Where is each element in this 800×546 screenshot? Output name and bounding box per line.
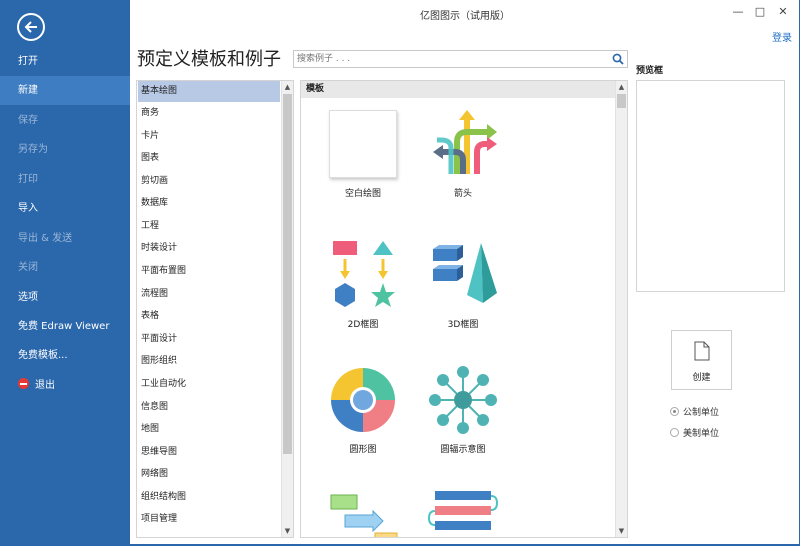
menu-open[interactable]: 打开 [0, 47, 130, 76]
sidebar: 打开 新建 保存 另存为 打印 导入 导出 & 发送 关闭 选项 免费 Edra… [0, 0, 130, 546]
title-bar: 亿图图示（试用版） — □ ✕ [130, 0, 800, 26]
radio-dot [670, 428, 679, 437]
scroll-up-icon[interactable]: ▲ [616, 81, 627, 93]
preview-box [636, 80, 785, 292]
scroll-down-icon[interactable]: ▼ [282, 525, 293, 537]
menu-options[interactable]: 选项 [0, 283, 130, 312]
menu-save-as[interactable]: 另存为 [0, 135, 130, 164]
2d-block-icon [327, 239, 399, 311]
search-box [293, 50, 628, 68]
menu-print[interactable]: 打印 [0, 165, 130, 194]
category-item[interactable]: 工程 [138, 216, 280, 237]
exit-icon [18, 378, 29, 389]
category-item[interactable]: 地图 [138, 419, 280, 440]
template-label: 3D框图 [447, 320, 479, 330]
metric-units-label: 公制单位 [683, 408, 720, 418]
window-title: 亿图图示（试用版） [420, 11, 510, 22]
category-item[interactable]: 项目管理 [138, 509, 280, 530]
us-units-radio[interactable]: 美制单位 [670, 426, 719, 439]
template-label: 2D框图 [347, 320, 379, 330]
category-item[interactable]: 工业自动化 [138, 374, 280, 395]
category-list: 基本绘图 商务 卡片 图表 剪切画 数据库 工程 时装设计 平面布置图 流程图 … [136, 80, 294, 538]
template-tile-partial-flow[interactable] [318, 493, 408, 537]
menu-edraw-viewer[interactable]: 免费 Edraw Viewer [0, 312, 130, 341]
category-item[interactable]: 流程图 [138, 284, 280, 305]
category-item[interactable]: 卡片 [138, 126, 280, 147]
template-tile-arrows[interactable]: 箭头 [418, 108, 508, 199]
search-icon[interactable] [612, 53, 624, 65]
template-tile-2d[interactable]: 2D框图 [318, 239, 408, 330]
category-scrollbar[interactable]: ▲ ▼ [281, 81, 293, 537]
category-item[interactable]: 信息图 [138, 397, 280, 418]
category-item[interactable]: 数据库 [138, 193, 280, 214]
document-icon [694, 341, 710, 361]
scroll-down-icon[interactable]: ▼ [616, 525, 627, 537]
template-tile-radial[interactable]: 圆辐示意图 [418, 364, 508, 455]
back-arrow-icon[interactable] [17, 13, 45, 41]
menu-close[interactable]: 关闭 [0, 253, 130, 282]
scroll-thumb[interactable] [283, 94, 292, 454]
category-item[interactable]: 网络图 [138, 464, 280, 485]
template-label: 圆辐示意图 [440, 445, 486, 455]
category-item[interactable]: 表格 [138, 306, 280, 327]
us-units-label: 美制单位 [683, 429, 720, 439]
templates-panel: 模板 空白绘图 箭头 2D框图 3D框图 圆形图 圆辐示意图 ▲ ▼ [300, 80, 628, 538]
scroll-up-icon[interactable]: ▲ [282, 81, 293, 93]
category-item[interactable]: 平面设计 [138, 329, 280, 350]
category-item[interactable]: 时装设计 [138, 238, 280, 259]
menu-import[interactable]: 导入 [0, 194, 130, 223]
templates-header: 模板 [301, 81, 617, 98]
category-item[interactable]: 图形组织 [138, 351, 280, 372]
template-label: 空白绘图 [344, 189, 381, 199]
menu-new[interactable]: 新建 [0, 76, 130, 105]
login-link[interactable]: 登录 [772, 29, 792, 44]
template-label: 圆形图 [349, 445, 377, 455]
radio-dot [670, 407, 679, 416]
category-item[interactable]: 基本绘图 [138, 81, 280, 102]
category-item[interactable]: 思维导图 [138, 442, 280, 463]
menu-exit-label: 退出 [35, 380, 55, 391]
create-button-label: 创建 [692, 373, 711, 383]
template-tile-partial-list[interactable] [418, 489, 508, 537]
menu-free-templates[interactable]: 免费模板... [0, 341, 130, 370]
template-tile-circle[interactable]: 圆形图 [318, 364, 408, 455]
category-item[interactable]: 图表 [138, 148, 280, 169]
template-tile-3d[interactable]: 3D框图 [418, 239, 508, 330]
flow-diagram-icon [327, 493, 399, 537]
maximize-icon[interactable]: □ [750, 4, 770, 20]
menu-export-send[interactable]: 导出 & 发送 [0, 224, 130, 253]
metric-units-radio[interactable]: 公制单位 [670, 405, 719, 418]
category-item[interactable]: 剪切画 [138, 171, 280, 192]
preview-label: 预览框 [636, 66, 664, 76]
template-tile-blank[interactable]: 空白绘图 [318, 108, 408, 199]
menu-exit[interactable]: 退出 [0, 371, 130, 400]
search-input[interactable] [294, 51, 594, 67]
menu-save[interactable]: 保存 [0, 106, 130, 135]
create-button[interactable]: 创建 [671, 330, 732, 390]
list-diagram-icon [427, 489, 499, 537]
category-item[interactable]: 组织结构图 [138, 487, 280, 508]
templates-scrollbar[interactable]: ▲ ▼ [615, 81, 627, 537]
category-item[interactable]: 商务 [138, 103, 280, 124]
category-item[interactable]: 平面布置图 [138, 261, 280, 282]
3d-block-icon [427, 239, 499, 311]
radial-diagram-icon [427, 364, 499, 436]
template-label: 箭头 [453, 189, 472, 199]
scroll-thumb[interactable] [617, 94, 626, 108]
close-icon[interactable]: ✕ [773, 4, 793, 20]
arrows-icon [427, 108, 499, 180]
page-title: 预定义模板和例子 [137, 49, 281, 70]
circle-diagram-icon [327, 364, 399, 436]
blank-drawing-icon [327, 108, 399, 180]
minimize-icon[interactable]: — [728, 4, 748, 20]
